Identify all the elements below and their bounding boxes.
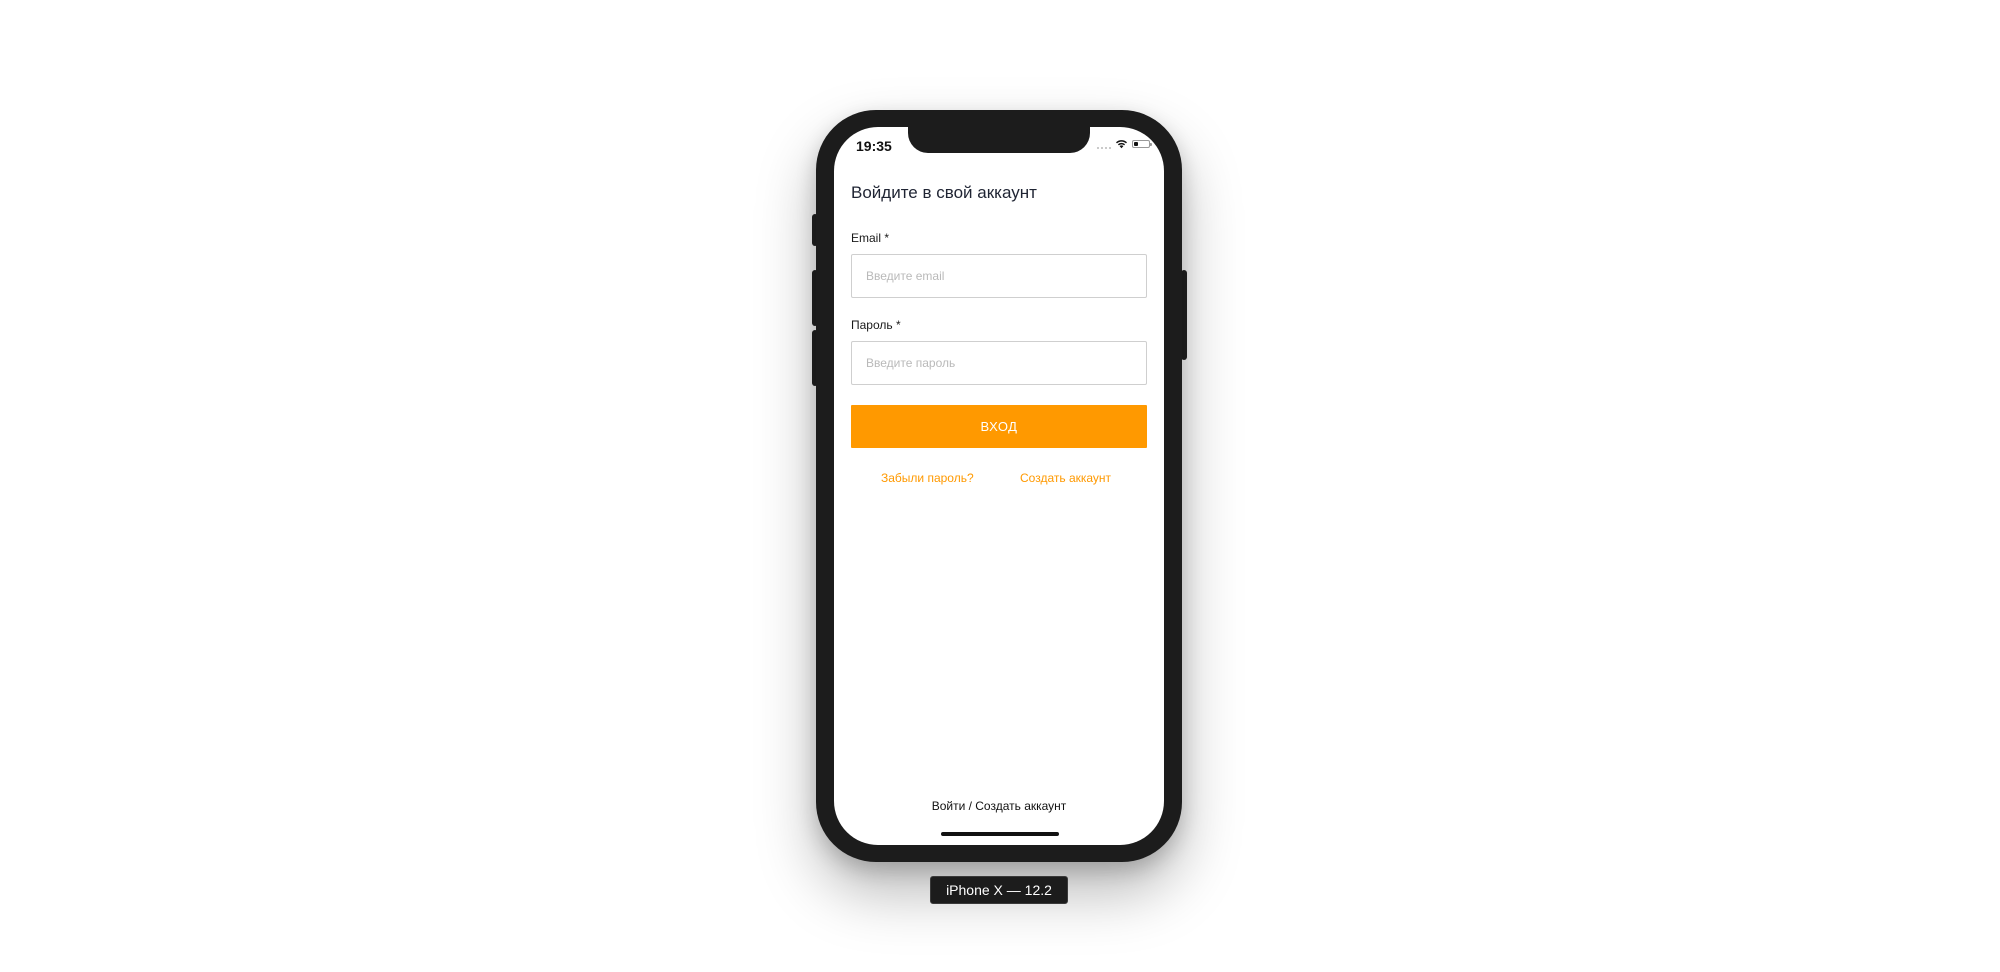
footer-nav[interactable]: Войти / Создать аккаунт (834, 799, 1164, 813)
notch (908, 127, 1090, 153)
cellular-signal-icon (1097, 139, 1111, 149)
forgot-password-link[interactable]: Забыли пароль? (881, 471, 974, 485)
device-label: iPhone X — 12.2 (930, 876, 1068, 904)
email-label: Email * (851, 231, 890, 245)
phone-screen: 19:35 Войдите в свой аккаунт Email * Пар… (834, 127, 1164, 845)
page-title: Войдите в свой аккаунт (851, 183, 1037, 202)
battery-level (1134, 142, 1138, 146)
login-button[interactable]: ВХОД (851, 405, 1147, 448)
battery-icon (1132, 140, 1152, 148)
simulator-stage: 19:35 Войдите в свой аккаунт Email * Пар… (0, 0, 2000, 972)
create-account-link[interactable]: Создать аккаунт (1020, 471, 1111, 485)
status-icons (1097, 139, 1152, 149)
email-field[interactable] (851, 254, 1147, 298)
password-label: Пароль * (851, 318, 901, 332)
password-field[interactable] (851, 341, 1147, 385)
status-time: 19:35 (856, 138, 892, 154)
home-indicator[interactable] (941, 832, 1059, 836)
wifi-icon (1115, 139, 1128, 149)
